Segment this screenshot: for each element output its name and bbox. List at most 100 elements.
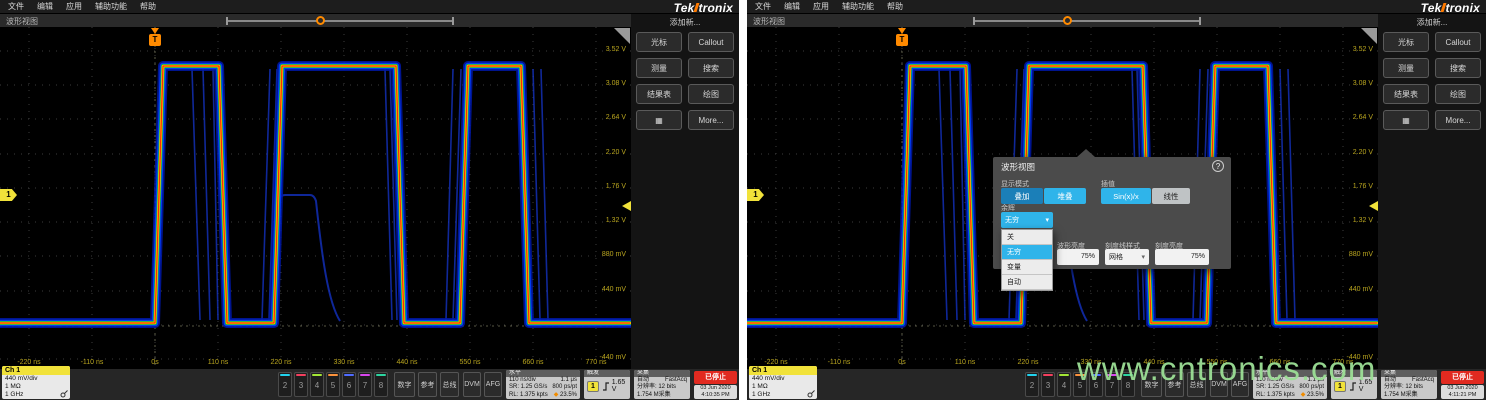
channel-2-button[interactable]: 2 [1025,372,1039,397]
trigger-badge[interactable]: 触发 1 1.65 V [1331,370,1377,399]
plot-button[interactable]: 绘图 [1435,84,1481,104]
ref-button[interactable]: 参考 [418,372,437,397]
persistence-options-list: 关 无穷 变量 自动 [1001,229,1053,291]
channel-2-button[interactable]: 2 [278,372,292,397]
tektronix-logo: Tektronix [674,1,733,15]
persistence-option-infinite[interactable]: 无穷 [1002,245,1052,260]
waveform-intensity-field[interactable]: 75% [1057,249,1099,265]
channel-3-button[interactable]: 3 [294,372,308,397]
menu-bar: 文件 编辑 应用 辅助功能 帮助 [0,0,739,14]
channel-7-button[interactable]: 7 [358,372,372,397]
stop-button[interactable]: 已停止 [694,371,737,384]
zoom-handle-icon[interactable] [614,28,630,44]
horizontal-position-slider[interactable] [975,20,1199,22]
histogram-icon: ▦ [1402,116,1410,125]
waveform-view-dialog: 波形视图 ? 显示模式 叠加 堆叠 插值 Sin(x)/x 线性 余辉 无穷▾ … [993,157,1231,269]
linear-interpolation-button[interactable]: 线性 [1152,188,1190,204]
channel-4-button[interactable]: 4 [1057,372,1071,397]
channel-8-button[interactable]: 8 [1121,372,1135,397]
digital-button[interactable]: 数字 [1141,372,1162,397]
channel-6-button[interactable]: 6 [342,372,356,397]
menu-help[interactable]: 帮助 [887,1,903,12]
voltage-label: 3.08 V [606,80,626,87]
channel-5-button[interactable]: 5 [1073,372,1087,397]
menu-applications[interactable]: 应用 [66,1,82,12]
help-icon[interactable]: ? [1212,160,1224,172]
measure-button[interactable]: 测量 [636,58,682,78]
oscilloscope-window: 文件 编辑 应用 辅助功能 帮助 Tektronix 波形视图 [747,0,1486,400]
search-button[interactable]: 搜索 [688,58,734,78]
channel-3-button[interactable]: 3 [1041,372,1055,397]
stacked-mode-button[interactable]: 堆叠 [1044,188,1086,204]
afg-button[interactable]: AFG [1231,372,1249,397]
acquisition-badge[interactable]: 采集 自动FastAcq 分辨率: 12 bits 1.754 M采集 [634,370,690,399]
sinx-interpolation-button[interactable]: Sin(x)/x [1101,188,1151,204]
waveform-view-tab[interactable]: 波形视图 [6,16,38,27]
dvm-button[interactable]: DVM [463,372,481,397]
more-button[interactable]: More... [1435,110,1481,130]
callout-button[interactable]: Callout [688,32,734,52]
voltage-label: 1.32 V [606,217,626,224]
channel-6-button[interactable]: 6 [1089,372,1103,397]
plot-button[interactable]: 绘图 [688,84,734,104]
bus-button[interactable]: 总线 [440,372,459,397]
histogram-icon-button[interactable]: ▦ [1383,110,1429,130]
channel1-badge[interactable]: Ch 1 440 mV/div 1 MΩ 1 GHz [749,366,817,399]
menu-edit[interactable]: 编辑 [37,1,53,12]
menu-edit[interactable]: 编辑 [784,1,800,12]
results-table-button[interactable]: 结果表 [1383,84,1429,104]
overlay-mode-button[interactable]: 叠加 [1001,188,1043,204]
graticule-style-dropdown[interactable]: 网格▾ [1105,249,1149,265]
menu-help[interactable]: 帮助 [140,1,156,12]
trigger-position-marker[interactable]: T [149,34,161,46]
zoom-handle-icon[interactable] [1361,28,1377,44]
horizontal-badge[interactable]: 水平 110 ns/div1.1 μs SR: 1.25 GS/s800 ps/… [1253,370,1327,399]
search-button[interactable]: 搜索 [1435,58,1481,78]
waveform-plot[interactable]: 3.52 V 3.08 V 2.64 V 2.20 V 1.76 V 1.32 … [0,27,631,369]
channel-7-button[interactable]: 7 [1105,372,1119,397]
ref-button[interactable]: 参考 [1165,372,1184,397]
more-button[interactable]: More... [688,110,734,130]
stop-button[interactable]: 已停止 [1441,371,1484,384]
measure-button[interactable]: 测量 [1383,58,1429,78]
digital-button[interactable]: 数字 [394,372,415,397]
horizontal-position-slider[interactable] [228,20,452,22]
acquisition-badge[interactable]: 采集 自动FastAcq 分辨率: 12 bits 1.754 M采集 [1381,370,1437,399]
cursor-button[interactable]: 光标 [636,32,682,52]
oscilloscope-window: 文件 编辑 应用 辅助功能 帮助 Tektronix 波形视图 [0,0,739,400]
voltage-label: 440 mV [602,286,626,293]
waveform-view-tab[interactable]: 波形视图 [753,16,785,27]
time-label: -110 ns [72,359,112,366]
slider-knob[interactable] [316,16,325,25]
menu-applications[interactable]: 应用 [813,1,829,12]
channel-8-button[interactable]: 8 [374,372,388,397]
cursor-button[interactable]: 光标 [1383,32,1429,52]
afg-button[interactable]: AFG [484,372,502,397]
voltage-label: 1.32 V [1353,217,1373,224]
horizontal-badge[interactable]: 水平 110 ns/div1.1 μs SR: 1.25 GS/s800 ps/… [506,370,580,399]
menu-file[interactable]: 文件 [8,1,24,12]
slider-right-bracket [1199,17,1201,25]
graticule-intensity-field[interactable]: 75% [1155,249,1209,265]
persistence-option-auto[interactable]: 自动 [1002,275,1052,290]
channel-5-button[interactable]: 5 [326,372,340,397]
menu-utility[interactable]: 辅助功能 [842,1,874,12]
trigger-level-arrow[interactable] [622,201,631,211]
bus-button[interactable]: 总线 [1187,372,1206,397]
persistence-option-off[interactable]: 关 [1002,230,1052,245]
slider-knob[interactable] [1063,16,1072,25]
persistence-dropdown[interactable]: 无穷▾ [1001,212,1053,228]
results-table-button[interactable]: 结果表 [636,84,682,104]
persistence-option-variable[interactable]: 变量 [1002,260,1052,275]
dvm-button[interactable]: DVM [1210,372,1228,397]
menu-utility[interactable]: 辅助功能 [95,1,127,12]
callout-button[interactable]: Callout [1435,32,1481,52]
channel-4-button[interactable]: 4 [310,372,324,397]
menu-file[interactable]: 文件 [755,1,771,12]
trigger-badge[interactable]: 触发 1 1.65 V [584,370,630,399]
histogram-icon-button[interactable]: ▦ [636,110,682,130]
channel1-badge[interactable]: Ch 1 440 mV/div 1 MΩ 1 GHz [2,366,70,399]
clock-date: 03 Jun 2020 [1441,385,1484,392]
trigger-level-arrow[interactable] [1369,201,1378,211]
trigger-position-marker[interactable]: T [896,34,908,46]
